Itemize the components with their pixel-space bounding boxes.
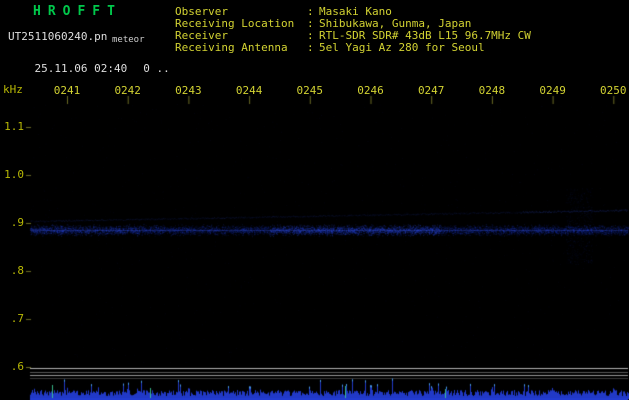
freq-tick-label: .7	[10, 312, 24, 325]
time-tick-label: 0250	[600, 84, 627, 97]
freq-unit-label: kHz	[3, 83, 23, 96]
time-tick-label: 0242	[114, 84, 141, 97]
freq-tick-label: 1.0	[4, 168, 24, 181]
mode-label: meteor	[112, 35, 145, 45]
info-row: Receiving Antenna:5el Yagi Az 280 for Se…	[175, 42, 531, 54]
datetime-line: 25.11.06 02:40 0 ..	[8, 51, 170, 87]
time-tick-label: 0241	[53, 84, 81, 97]
filename: UT2511060240.pn	[8, 30, 108, 43]
time-tick-label: 0244	[235, 84, 263, 97]
hrofft-screen: HROFFT UT2511060240.pn meteor 25.11.06 0…	[0, 0, 629, 400]
time-tick-label: 0243	[175, 84, 202, 97]
frame-counter: 0 ..	[143, 62, 170, 75]
time-tick-label: 0246	[357, 84, 384, 97]
time-tick-label: 0245	[296, 84, 324, 97]
app-title: HROFFT	[33, 4, 122, 19]
freq-tick-label: 1.1	[4, 120, 24, 133]
info-block: Observer: Masaki Kano Receiving Location: S…	[175, 6, 531, 54]
info-value: 5el Yagi Az 280 for Seoul	[319, 41, 485, 54]
freq-tick-label: .8	[10, 264, 24, 277]
datetime: 25.11.06 02:40	[34, 62, 128, 75]
time-tick-label: 0247	[417, 84, 445, 97]
time-tick-label: 0249	[539, 84, 566, 97]
freq-tick-label: .6	[10, 360, 24, 373]
info-separator: :	[307, 41, 314, 54]
time-tick-label: 0248	[478, 84, 506, 97]
freq-tick-label: .9	[10, 216, 24, 229]
info-label: Receiving Antenna	[175, 41, 288, 54]
